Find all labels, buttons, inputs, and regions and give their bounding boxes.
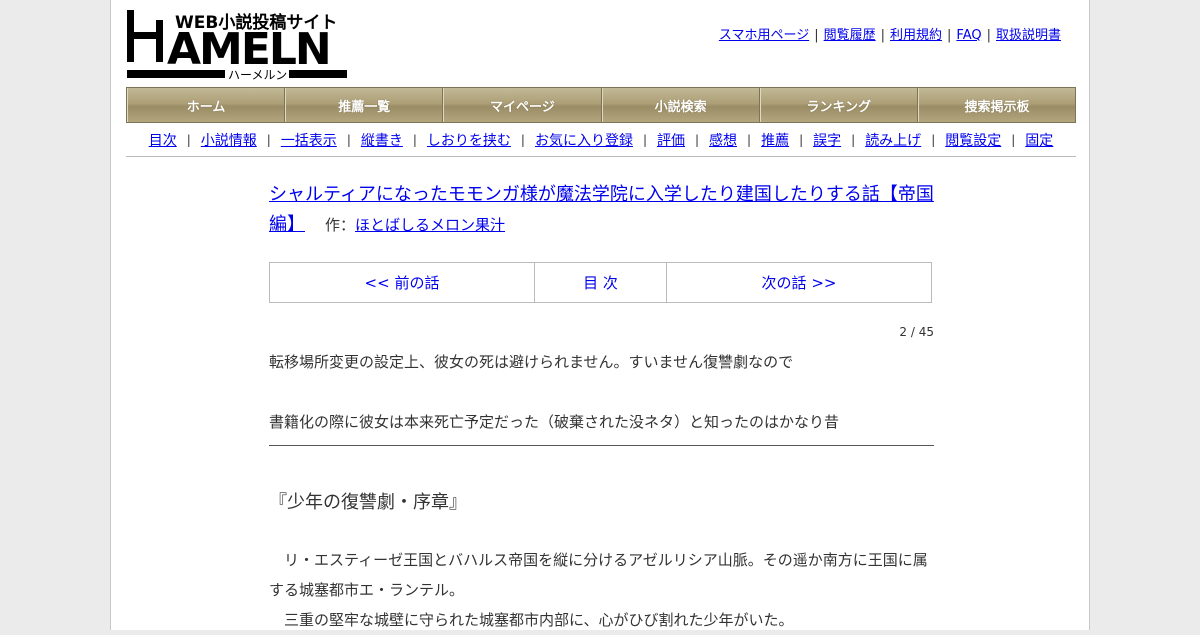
page-container: WEB小説投稿サイト AMELN ハーメルン スマホ用ページ | 閲覧履歴 | 利用規約… (110, 0, 1090, 630)
prev-episode-link[interactable]: << 前の話 (365, 274, 440, 292)
author-link[interactable]: ほとばしるメロン果汁 (355, 216, 505, 234)
link-faq[interactable]: FAQ (956, 28, 981, 43)
subnav-all[interactable]: 一括表示 (281, 130, 337, 150)
nav-recommend[interactable]: 推薦一覧 (285, 88, 444, 122)
chapter-title: 『少年の復讐劇・序章』 (269, 492, 467, 513)
link-history[interactable]: 閲覧履歴 (824, 28, 876, 43)
next-episode-link[interactable]: 次の話 >> (762, 274, 837, 292)
link-manual[interactable]: 取扱説明書 (996, 28, 1061, 43)
subnav-review[interactable]: 感想 (709, 130, 737, 150)
link-terms[interactable]: 利用規約 (890, 28, 942, 43)
body-paragraph-1: リ・エスティーゼ王国とバハルス帝国を縦に分けるアゼルリシア山脈。その遥か南方に王… (269, 551, 928, 599)
novel-body: リ・エスティーゼ王国とバハルス帝国を縦に分けるアゼルリシア山脈。その遥か南方に王… (269, 545, 934, 635)
utility-links: スマホ用ページ | 閲覧履歴 | 利用規約 | FAQ | 取扱説明書 (718, 28, 1061, 43)
novel-subnav: 目次 | 小説情報 | 一括表示 | 縦書き | しおりを挟む | お気に入り登録 | 評価… (126, 123, 1076, 157)
subnav-info[interactable]: 小説情報 (201, 130, 257, 150)
subnav-recommend[interactable]: 推薦 (761, 130, 789, 150)
nav-home[interactable]: ホーム (127, 88, 286, 122)
author-prefix: 作： (325, 216, 356, 234)
subnav-pin[interactable]: 固定 (1025, 130, 1053, 150)
preface-divider (269, 445, 934, 446)
subnav-rate[interactable]: 評価 (657, 130, 685, 150)
site-logo[interactable]: WEB小説投稿サイト AMELN ハーメルン (127, 10, 347, 82)
preface-line-2: 書籍化の際に彼女は本来死亡予定だった（破棄された没ネタ）と知ったのはかなり昔 (269, 413, 840, 431)
episode-nav: << 前の話 目 次 次の話 >> (269, 262, 932, 303)
toc-cell: 目 次 (534, 262, 667, 303)
novel-header: シャルティアになったモモンガ様が魔法学院に入学したり建国したりする話【帝国編】作… (269, 180, 934, 240)
preface: 転移場所変更の設定上、彼女の死は避けられません。すいません復讐劇なので 書籍化の… (269, 352, 934, 472)
link-smartphone[interactable]: スマホ用ページ (719, 28, 809, 43)
page-count: 2 / 45 (899, 325, 934, 339)
nav-ranking[interactable]: ランキング (759, 88, 918, 122)
author-line: 作：ほとばしるメロン果汁 (325, 216, 505, 234)
nav-board[interactable]: 捜索掲示板 (917, 88, 1076, 122)
nav-mypage[interactable]: マイページ (443, 88, 602, 122)
logo-kana: ハーメルン (228, 68, 287, 82)
next-cell: 次の話 >> (666, 262, 932, 303)
prev-cell: << 前の話 (269, 262, 535, 303)
nav-search[interactable]: 小説検索 (601, 88, 760, 122)
subnav-bookmark[interactable]: しおりを挟む (427, 130, 511, 150)
subnav-settings[interactable]: 閲覧設定 (945, 130, 1001, 150)
subnav-vertical[interactable]: 縦書き (361, 130, 403, 150)
preface-line-1: 転移場所変更の設定上、彼女の死は避けられません。すいません復讐劇なので (269, 353, 794, 371)
subnav-typo[interactable]: 誤字 (813, 130, 841, 150)
subnav-favorite[interactable]: お気に入り登録 (535, 130, 633, 150)
main-content: シャルティアになったモモンガ様が魔法学院に入学したり建国したりする話【帝国編】作… (269, 180, 934, 629)
subnav-read-aloud[interactable]: 読み上げ (865, 130, 921, 150)
subnav-toc[interactable]: 目次 (149, 130, 177, 150)
toc-link[interactable]: 目 次 (583, 274, 618, 292)
global-nav: ホーム 推薦一覧 マイページ 小説検索 ランキング 捜索掲示板 (126, 87, 1076, 123)
body-paragraph-2: 三重の堅牢な城壁に守られた城塞都市内部に、心がひび割れた少年がいた。 (269, 611, 794, 629)
